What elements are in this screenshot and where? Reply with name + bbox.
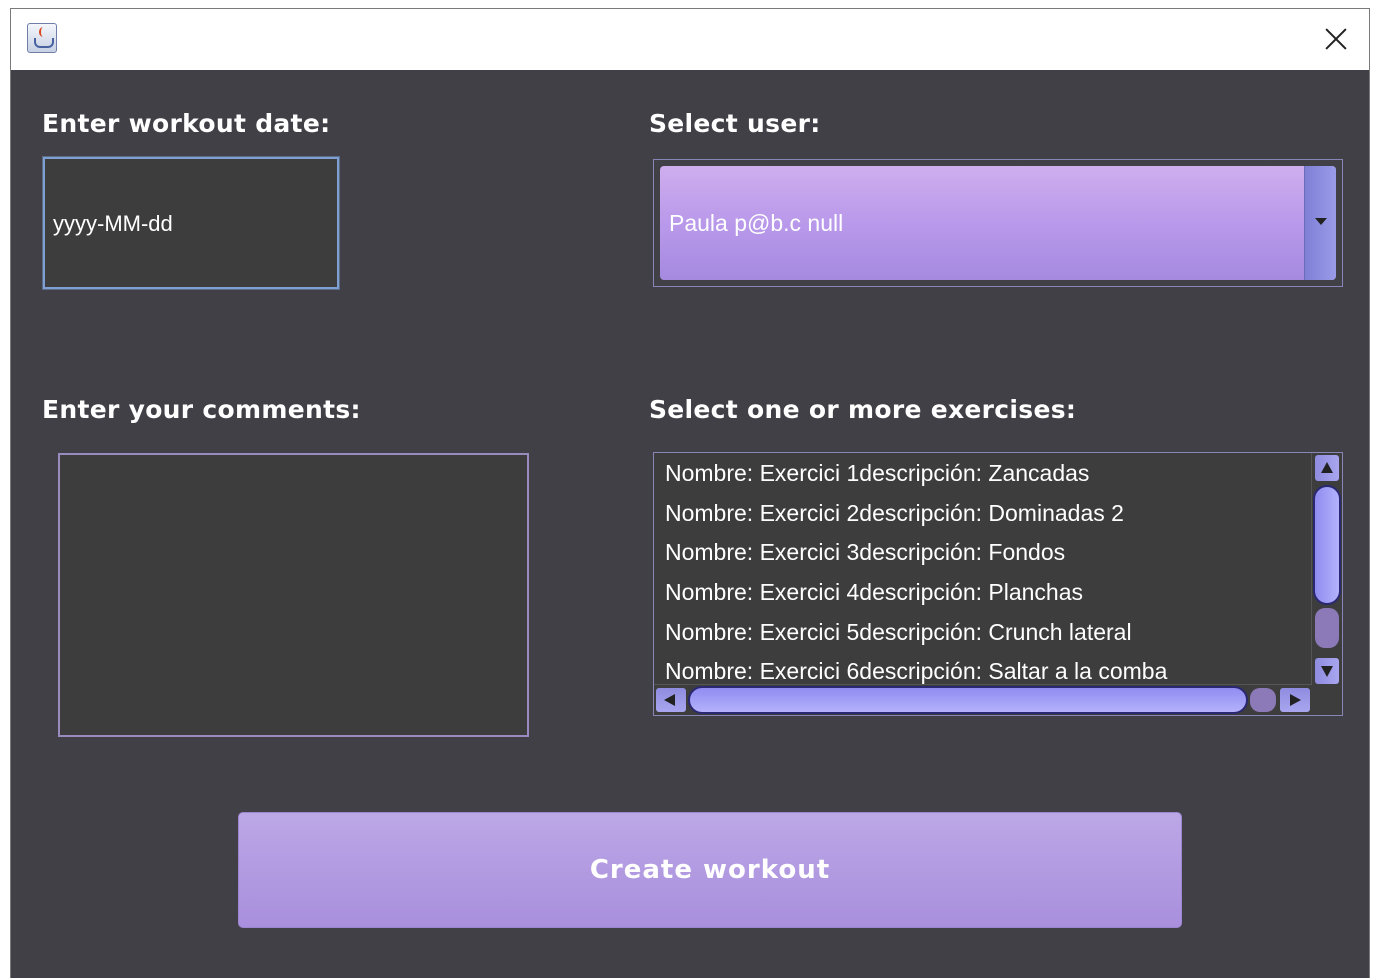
vertical-scrollbar[interactable]	[1311, 453, 1342, 686]
scroll-down-icon[interactable]	[1315, 658, 1339, 684]
scroll-up-icon[interactable]	[1315, 455, 1339, 481]
list-item[interactable]: Nombre: Exercici 4descripción: Planchas	[654, 572, 1312, 612]
workout-date-field[interactable]	[42, 156, 340, 290]
comments-field[interactable]	[58, 453, 529, 737]
exercises-label: Select one or more exercises:	[649, 395, 1077, 424]
dropdown-arrow-button[interactable]	[1304, 166, 1336, 280]
list-item[interactable]: Nombre: Exercici 6descripción: Saltar a …	[654, 651, 1312, 686]
java-coffee-icon	[27, 23, 57, 53]
create-workout-button[interactable]: Create workout	[238, 812, 1182, 928]
select-user-label: Select user:	[649, 109, 821, 138]
horizontal-scroll-thumb[interactable]	[688, 686, 1248, 714]
workout-date-label: Enter workout date:	[42, 109, 331, 138]
list-item[interactable]: Nombre: Exercici 3descripción: Fondos	[654, 532, 1312, 572]
scroll-left-icon[interactable]	[656, 688, 686, 712]
chevron-down-icon	[1315, 218, 1327, 225]
horizontal-scroll-track[interactable]	[1250, 688, 1276, 712]
scroll-right-icon[interactable]	[1280, 688, 1310, 712]
scroll-corner	[1312, 685, 1342, 715]
title-bar	[11, 9, 1369, 70]
app-window: Enter workout date: Select user: Paula p…	[10, 8, 1370, 978]
list-item[interactable]: Nombre: Exercici 1descripción: Zancadas	[654, 453, 1312, 493]
comments-input[interactable]	[60, 455, 527, 735]
vertical-scroll-thumb[interactable]	[1313, 485, 1341, 605]
comments-label: Enter your comments:	[42, 395, 361, 424]
user-select-value: Paula p@b.c null	[669, 210, 844, 236]
vertical-scroll-track[interactable]	[1315, 608, 1339, 648]
list-item[interactable]: Nombre: Exercici 2descripción: Dominadas…	[654, 493, 1312, 533]
user-select-container: Paula p@b.c null	[653, 159, 1343, 287]
close-icon[interactable]	[1321, 23, 1351, 53]
exercises-list[interactable]: Nombre: Exercici 1descripción: Zancadas …	[654, 453, 1312, 686]
list-item[interactable]: Nombre: Exercici 5descripción: Crunch la…	[654, 612, 1312, 652]
user-select[interactable]: Paula p@b.c null	[660, 166, 1336, 280]
horizontal-scrollbar[interactable]	[654, 684, 1312, 715]
workout-date-input[interactable]	[53, 207, 313, 241]
exercises-list-container: Nombre: Exercici 1descripción: Zancadas …	[653, 452, 1343, 716]
